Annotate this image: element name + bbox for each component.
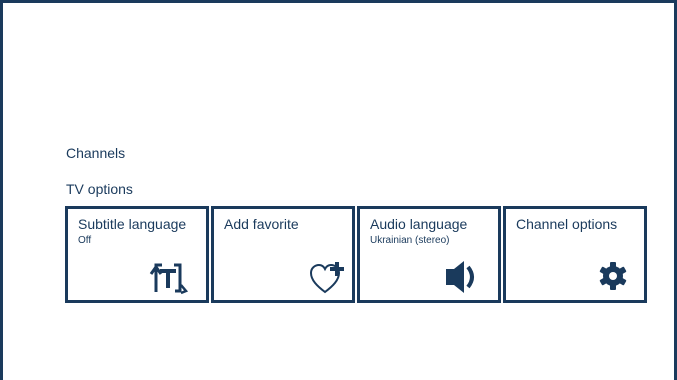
top-frame-edge [0, 0, 677, 3]
tile-title: Add favorite [224, 216, 299, 232]
tile-title: Channel options [516, 216, 618, 232]
tile-title: Audio language [370, 216, 468, 232]
channels-section-label[interactable]: Channels [66, 145, 125, 161]
gear-icon [598, 261, 628, 291]
tv-options-tiles: Subtitle language Off Add favorite Audio… [65, 206, 647, 303]
tile-title: Subtitle language [78, 216, 187, 232]
tv-options-section-label: TV options [66, 181, 133, 197]
add-favorite-tile[interactable]: Add favorite [211, 206, 355, 303]
subtitle-language-tile[interactable]: Subtitle language Off [65, 206, 209, 303]
tile-subtitle: Off [78, 235, 92, 246]
tv-menu-screen: Channels TV options Subtitle language Of… [0, 0, 677, 380]
audio-language-tile[interactable]: Audio language Ukrainian (stereo) [357, 206, 501, 303]
channel-options-tile[interactable]: Channel options [503, 206, 647, 303]
speaker-icon [444, 258, 484, 296]
tile-subtitle: Ukrainian (stereo) [370, 235, 450, 246]
heart-plus-icon [308, 259, 350, 295]
left-frame-edge [0, 0, 3, 380]
subtitle-icon [145, 261, 191, 295]
